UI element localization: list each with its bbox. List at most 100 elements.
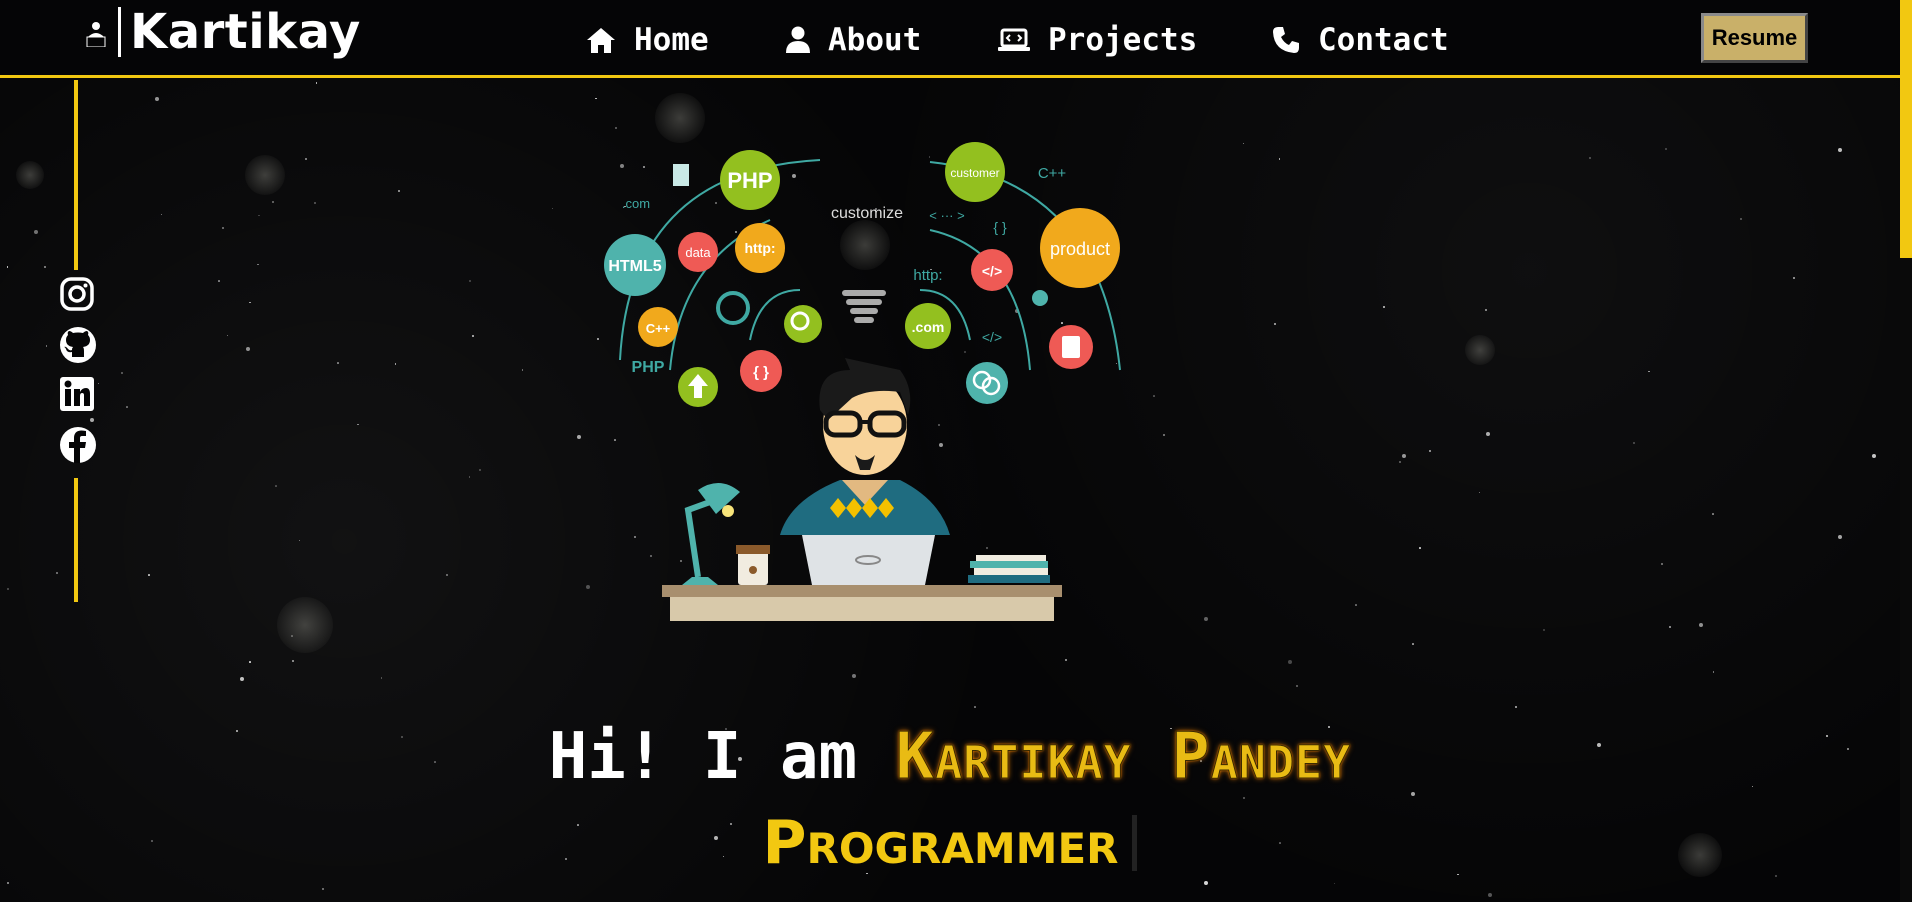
star [90, 418, 95, 423]
label-braces: { } [993, 219, 1007, 235]
nav-contact[interactable]: Contact [1272, 20, 1449, 60]
star [55, 572, 58, 575]
star [6, 588, 9, 591]
star [357, 423, 359, 426]
github-icon [60, 327, 96, 363]
star [551, 207, 554, 210]
star [1668, 625, 1671, 628]
star [1153, 395, 1155, 397]
star [1485, 431, 1490, 436]
star [226, 334, 229, 337]
star [1699, 622, 1704, 627]
star [1203, 881, 1208, 886]
typing-cursor [1132, 815, 1138, 871]
hero-role: Programmer [0, 808, 1900, 878]
star [576, 434, 581, 439]
bubble-html5: HTML5 [608, 258, 661, 275]
bubble-customer: customer [950, 166, 999, 180]
nav-home[interactable]: Home [586, 20, 709, 60]
star [298, 539, 301, 542]
star [1514, 706, 1517, 708]
phone-icon [1273, 27, 1299, 53]
star [6, 266, 8, 268]
star [305, 157, 308, 160]
star [380, 677, 383, 679]
scrollbar-thumb[interactable] [1900, 0, 1912, 258]
star [1488, 892, 1493, 897]
star [1837, 148, 1842, 153]
star [249, 661, 251, 663]
label-http: http: [913, 267, 942, 284]
bubble-data: data [685, 245, 711, 260]
bokeh-orb [16, 161, 44, 189]
star [121, 371, 124, 374]
star [521, 369, 524, 371]
star [245, 346, 250, 351]
linkedin-link[interactable] [59, 376, 99, 416]
nav-about[interactable]: About [786, 20, 921, 60]
hero-greeting: Hi! I am Kartikay Pandey [0, 720, 1900, 795]
social-rail-top [74, 80, 78, 270]
instagram-link[interactable] [59, 276, 99, 316]
navbar: Kartikay Home About Projects Contact Res… [0, 0, 1900, 78]
star [394, 363, 397, 365]
star [1740, 217, 1743, 220]
star [1355, 604, 1357, 606]
star [1333, 882, 1336, 885]
bubble-cpp: C++ [646, 321, 671, 336]
star [615, 126, 618, 129]
star [1648, 370, 1650, 373]
star [974, 706, 976, 708]
user-laptop-icon [84, 17, 108, 48]
user-icon [786, 26, 810, 53]
label-arrows: < ··· > [929, 208, 964, 223]
star [275, 485, 277, 487]
bubble-http: http: [744, 240, 775, 256]
star [397, 189, 400, 192]
star [314, 201, 317, 204]
nav-projects[interactable]: Projects [998, 20, 1197, 60]
linkedin-icon [60, 377, 94, 411]
scrollbar-track[interactable] [1900, 0, 1912, 902]
star [1485, 308, 1488, 311]
star [1242, 142, 1245, 145]
bubble-php: PHP [727, 168, 772, 193]
star [468, 476, 471, 478]
brand-logo[interactable]: Kartikay [84, 4, 361, 60]
star [249, 301, 251, 304]
star [154, 97, 159, 102]
bubble-tag: </> [982, 263, 1002, 279]
brand-name: Kartikay [130, 4, 361, 60]
star [1273, 322, 1276, 325]
star [1296, 684, 1299, 687]
star [595, 97, 597, 100]
label-php: PHP [632, 359, 665, 376]
facebook-link[interactable] [59, 426, 99, 466]
laptop-code-icon [998, 28, 1030, 51]
star [1162, 433, 1165, 436]
bubble-product: product [1050, 239, 1110, 259]
star [1712, 671, 1715, 673]
github-link[interactable] [59, 326, 99, 366]
label-tag: </> [982, 329, 1002, 345]
star [585, 584, 590, 589]
star [148, 574, 150, 576]
label-customize: customize [831, 205, 903, 222]
star [222, 226, 225, 229]
nav-projects-label: Projects [1048, 22, 1198, 58]
star [1543, 628, 1546, 631]
bubble-dotcom: .com [912, 319, 945, 335]
star [1401, 454, 1406, 459]
star [1478, 491, 1481, 494]
star [471, 335, 474, 338]
resume-button[interactable]: Resume [1701, 13, 1808, 63]
star [160, 213, 163, 216]
star [257, 263, 259, 266]
star [258, 214, 260, 217]
typed-role: Programmer [762, 808, 1119, 878]
nav-contact-label: Contact [1318, 22, 1449, 58]
star [7, 882, 10, 885]
bubble-braces: { } [753, 364, 769, 381]
star [315, 82, 318, 84]
star [218, 280, 220, 282]
